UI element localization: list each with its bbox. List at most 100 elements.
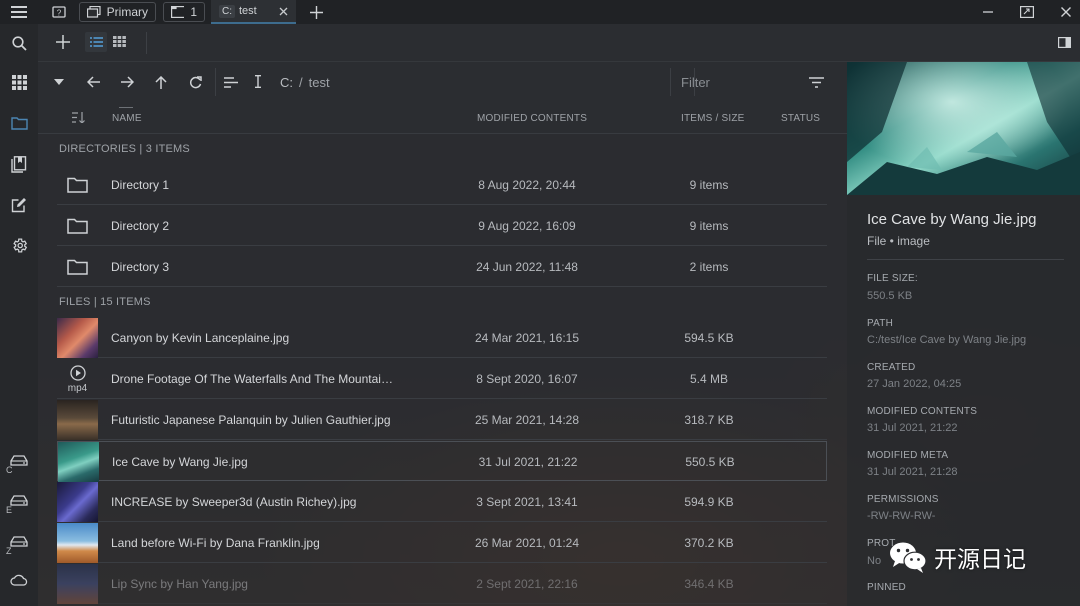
sort-button[interactable] <box>72 112 85 123</box>
list-view-button[interactable] <box>85 32 107 52</box>
filter-input[interactable]: Filter <box>670 68 838 96</box>
row-size: 594.9 KB <box>684 495 734 509</box>
drive-letter: Z <box>6 546 12 556</box>
file-row[interactable]: INCREASE by Sweeper3d (Austin Richey).jp… <box>57 482 827 522</box>
search-button[interactable] <box>0 27 38 59</box>
window-icon <box>87 6 101 18</box>
filter-options-button[interactable] <box>809 77 824 88</box>
row-size: 5.4 MB <box>689 372 728 386</box>
drive-z-button[interactable]: Z <box>0 525 38 557</box>
prop-value: -RW-RW-RW- <box>867 510 936 522</box>
grid-view-button[interactable] <box>113 36 126 47</box>
row-name: Lip Sync by Han Yang.jpg <box>111 577 248 591</box>
refresh-button[interactable] <box>180 62 210 102</box>
workspace-button[interactable]: Primary <box>79 2 156 22</box>
maximize-icon <box>1020 6 1034 18</box>
prop-label: PERMISSIONS <box>867 494 939 505</box>
column-status[interactable]: STATUS <box>781 113 820 124</box>
toolbar-divider <box>146 32 147 54</box>
preview-panel: Ice Cave by Wang Jie.jpg File • image FI… <box>847 62 1080 606</box>
tab-test[interactable]: C: test <box>211 0 296 24</box>
filter-placeholder: Filter <box>681 74 710 90</box>
file-row[interactable]: Lip Sync by Han Yang.jpg 2 Sept 2021, 22… <box>57 564 827 604</box>
cloud-button[interactable] <box>0 564 38 596</box>
left-sidebar: C E Z <box>0 24 38 606</box>
edit-icon <box>11 198 26 213</box>
minimize-button[interactable] <box>977 0 999 24</box>
drive-c-button[interactable]: C <box>0 444 38 476</box>
forward-button[interactable] <box>112 62 142 102</box>
prop-value: 31 Jul 2021, 21:28 <box>867 466 958 478</box>
prop-value: 31 Jul 2021, 21:22 <box>867 422 958 434</box>
window-count-button[interactable]: 1 <box>163 2 205 22</box>
column-name[interactable]: NAME <box>112 113 142 124</box>
chevron-down-icon <box>54 79 64 85</box>
path-bar[interactable]: C: / test <box>215 68 695 96</box>
preview-title: Ice Cave by Wang Jie.jpg <box>867 211 1037 228</box>
row-name: Directory 3 <box>111 260 170 274</box>
new-tab-button[interactable] <box>306 0 326 24</box>
column-items-size[interactable]: ITEMS / SIZE <box>681 113 745 124</box>
sort-icon <box>72 112 85 123</box>
hamburger-menu-button[interactable] <box>6 0 32 24</box>
edit-button[interactable] <box>0 189 38 221</box>
sidebar-panel-icon <box>1058 37 1071 48</box>
video-file-icon: mp4 <box>57 359 98 399</box>
bookmarks-button[interactable] <box>0 148 38 180</box>
row-name: Land before Wi-Fi by Dana Franklin.jpg <box>111 536 320 550</box>
lip-sync-thumbnail <box>57 564 98 604</box>
close-tab-button[interactable] <box>279 7 288 16</box>
column-modified[interactable]: MODIFIED CONTENTS <box>477 113 587 124</box>
prop-value: 550.5 KB <box>867 290 913 302</box>
arrow-left-icon <box>86 76 100 88</box>
increase-thumbnail <box>57 482 98 522</box>
row-name: Ice Cave by Wang Jie.jpg <box>112 455 248 469</box>
row-name: INCREASE by Sweeper3d (Austin Richey).jp… <box>111 495 357 509</box>
maximize-button[interactable] <box>1016 0 1038 24</box>
path-folder[interactable]: test <box>309 75 330 90</box>
row-modified: 31 Jul 2021, 21:22 <box>478 455 578 469</box>
folder-icon <box>57 247 98 287</box>
help-button[interactable]: ? <box>48 0 70 24</box>
arrow-up-icon <box>155 75 167 89</box>
apps-grid-icon <box>11 74 27 90</box>
back-button[interactable] <box>78 62 108 102</box>
folder-icon <box>57 206 98 246</box>
palanquin-thumbnail <box>57 400 98 440</box>
toggle-preview-button[interactable] <box>1058 37 1071 48</box>
explorer-button[interactable] <box>0 107 38 139</box>
cloud-icon <box>10 574 28 586</box>
file-row[interactable]: Futuristic Japanese Palanquin by Julien … <box>57 400 827 440</box>
path-drive[interactable]: C: <box>280 75 293 90</box>
breadcrumb-mode-button[interactable] <box>224 77 238 88</box>
preview-subtitle: File • image <box>867 234 930 248</box>
column-resize-hint <box>119 107 133 108</box>
close-window-button[interactable] <box>1055 0 1077 24</box>
directory-row[interactable]: Directory 2 9 Aug 2022, 16:09 9 items <box>57 206 827 246</box>
drive-e-button[interactable]: E <box>0 484 38 516</box>
row-size: 346.4 KB <box>684 577 734 591</box>
apps-button[interactable] <box>0 66 38 98</box>
settings-button[interactable] <box>0 229 38 261</box>
row-modified: 8 Sept 2020, 16:07 <box>476 372 578 386</box>
svg-text:?: ? <box>57 8 62 17</box>
window-count: 1 <box>190 5 197 19</box>
row-size: 9 items <box>689 178 729 192</box>
up-button[interactable] <box>146 62 176 102</box>
row-modified: 25 Mar 2021, 14:28 <box>474 413 580 427</box>
file-row-selected[interactable]: Ice Cave by Wang Jie.jpg 31 Jul 2021, 21… <box>57 441 827 482</box>
row-modified: 24 Jun 2022, 11:48 <box>476 260 578 274</box>
row-size: 550.5 KB <box>685 455 735 469</box>
history-dropdown-button[interactable] <box>44 62 74 102</box>
wechat-logo-icon <box>890 542 927 573</box>
file-row[interactable]: mp4 Drone Footage Of The Waterfalls And … <box>57 359 827 399</box>
new-item-button[interactable] <box>56 35 70 49</box>
prop-label: MODIFIED CONTENTS <box>867 406 978 417</box>
file-row[interactable]: Canyon by Kevin Lanceplaine.jpg 24 Mar 2… <box>57 318 827 358</box>
directory-row[interactable]: Directory 1 8 Aug 2022, 20:44 9 items <box>57 165 827 205</box>
text-mode-button[interactable] <box>254 75 262 88</box>
file-row[interactable]: Land before Wi-Fi by Dana Franklin.jpg 2… <box>57 523 827 563</box>
help-icon: ? <box>52 5 66 18</box>
row-modified: 2 Sept 2021, 22:16 <box>476 577 578 591</box>
directory-row[interactable]: Directory 3 24 Jun 2022, 11:48 2 items <box>57 247 827 287</box>
